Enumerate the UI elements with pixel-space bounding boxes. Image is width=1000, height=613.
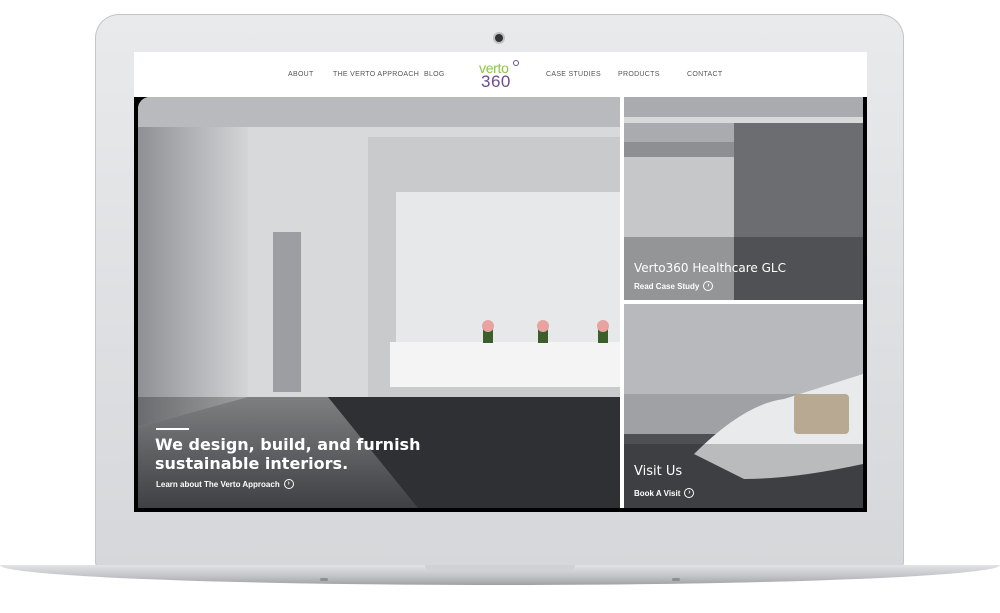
nav-verto-approach[interactable]: THE VERTO APPROACH <box>333 71 419 78</box>
chevron-right-icon: › <box>283 479 294 489</box>
hero-headline-line2: sustainable interiors. <box>155 454 349 473</box>
camera-icon <box>495 34 503 42</box>
laptop-notch <box>425 565 575 571</box>
visit-us-title: Visit Us <box>634 464 683 479</box>
read-case-study-link[interactable]: Read Case Study › <box>634 281 714 291</box>
book-visit-link[interactable]: Book A Visit › <box>634 488 695 498</box>
laptop-foot <box>320 578 328 581</box>
hero-accent-rule <box>156 428 189 430</box>
chevron-right-icon: › <box>703 281 714 291</box>
nav-blog[interactable]: BLOG <box>424 71 445 78</box>
logo-degree-icon <box>513 60 519 66</box>
case-study-title: Verto360 Healthcare GLC <box>634 261 786 275</box>
laptop-foot <box>672 578 680 581</box>
nav-products[interactable]: PRODUCTS <box>618 71 660 78</box>
nav-about[interactable]: ABOUT <box>288 71 314 78</box>
hero-section: We design, build, and furnish sustainabl… <box>138 97 863 508</box>
read-case-study-label: Read Case Study <box>634 281 700 291</box>
logo-text-bottom: 360 <box>481 72 511 91</box>
verto360-logo[interactable]: verto 360 <box>476 60 520 92</box>
hero-headline: We design, build, and furnish sustainabl… <box>155 435 420 473</box>
hero-main-panel[interactable]: We design, build, and furnish sustainabl… <box>138 97 620 508</box>
nav-case-studies[interactable]: CASE STUDIES <box>546 71 601 78</box>
verto-approach-link-label: Learn about The Verto Approach <box>156 479 280 489</box>
hero-headline-line1: We design, build, and furnish <box>155 435 421 454</box>
nav-contact[interactable]: CONTACT <box>687 71 722 78</box>
site-navigation: ABOUT THE VERTO APPROACH BLOG verto 360 … <box>134 52 867 97</box>
laptop-screen: ABOUT THE VERTO APPROACH BLOG verto 360 … <box>134 52 867 512</box>
visit-us-panel[interactable]: Visit Us Book A Visit › <box>624 304 863 508</box>
case-study-panel[interactable]: Verto360 Healthcare GLC Read Case Study … <box>624 97 863 300</box>
book-visit-label: Book A Visit <box>634 488 681 498</box>
chevron-right-icon: › <box>684 488 695 498</box>
verto-approach-link[interactable]: Learn about The Verto Approach › <box>156 479 294 489</box>
